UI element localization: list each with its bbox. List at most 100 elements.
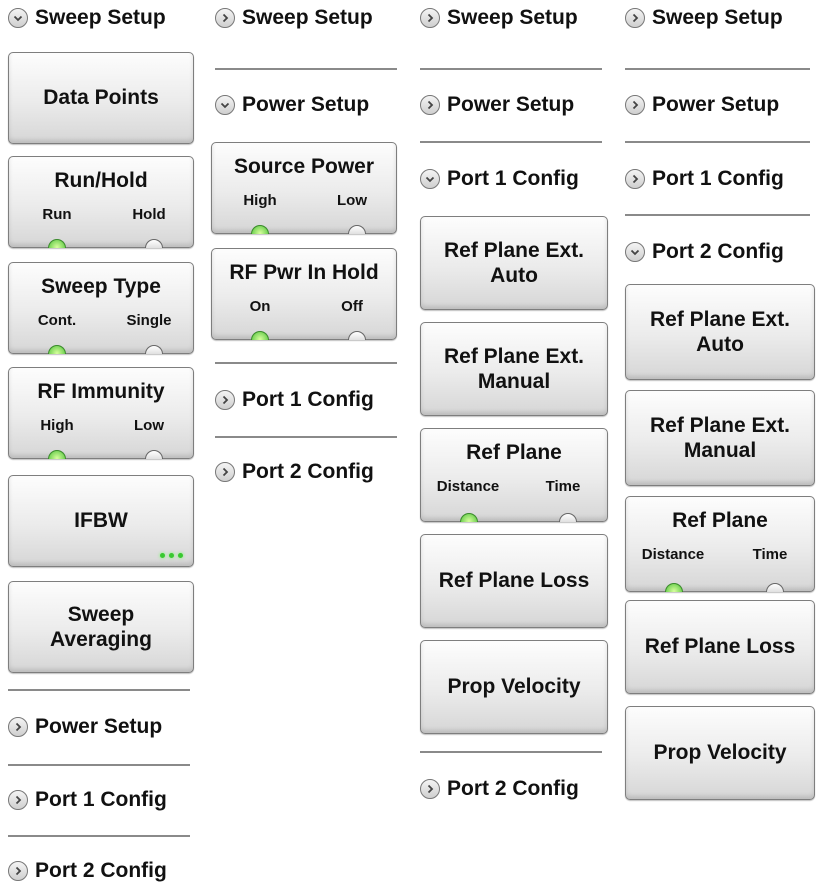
indicator-led-off [348,331,366,340]
section-port-2-config[interactable]: Port 2 Config [420,773,579,805]
chevron-down-icon [625,242,645,262]
section-power-setup[interactable]: Power Setup [625,89,779,121]
ref-plane-toggle[interactable]: Ref Plane Distance Time [420,428,608,522]
chevron-down-icon [8,8,28,28]
section-divider [8,689,190,691]
chevron-right-icon [420,8,440,28]
section-label: Port 1 Config [447,167,579,190]
section-divider [420,141,602,143]
section-label: Power Setup [447,93,575,116]
toggle-option-off: Off [341,298,363,315]
prop-velocity-button[interactable]: Prop Velocity [625,706,815,800]
ifbw-button[interactable]: IFBW [8,475,194,567]
ref-plane-toggle[interactable]: Ref Plane Distance Time [625,496,815,592]
section-label: Port 1 Config [242,388,374,411]
run-hold-toggle[interactable]: Run/Hold Run Hold [8,156,194,248]
section-divider [215,68,397,70]
button-label: Ref Plane Ext. Auto [443,238,585,287]
sweep-type-toggle[interactable]: Sweep Type Cont. Single [8,262,194,354]
toggle-title: Sweep Type [41,275,161,298]
toggle-option-high: High [40,417,74,434]
indicator-led-on [48,345,66,354]
ref-plane-ext-manual-button[interactable]: Ref Plane Ext. Manual [420,322,608,416]
section-label: Power Setup [35,715,163,738]
button-label: Ref Plane Ext. Manual [649,413,791,462]
section-divider [215,436,397,438]
more-options-icon [160,553,183,558]
toggle-option-cont: Cont. [37,312,77,329]
section-sweep-setup[interactable]: Sweep Setup [8,2,166,34]
indicator-led-off [348,225,366,234]
section-divider [420,68,602,70]
chevron-right-icon [420,779,440,799]
toggle-option-on: On [249,298,271,315]
section-label: Power Setup [652,93,780,116]
rf-immunity-toggle[interactable]: RF Immunity High Low [8,367,194,459]
section-label: Port 1 Config [35,788,167,811]
toggle-option-distance: Distance [641,546,705,563]
section-sweep-setup[interactable]: Sweep Setup [420,2,578,34]
chevron-right-icon [8,717,28,737]
toggle-option-distance: Distance [436,478,500,495]
sweep-averaging-button[interactable]: Sweep Averaging [8,581,194,673]
chevron-right-icon [215,8,235,28]
section-port-2-config[interactable]: Port 2 Config [8,855,167,887]
button-label: Data Points [43,86,159,110]
button-label: Ref Plane Loss [644,635,796,659]
section-port-1-config[interactable]: Port 1 Config [625,163,784,195]
section-port-2-config[interactable]: Port 2 Config [625,236,784,268]
section-power-setup[interactable]: Power Setup [8,711,162,743]
section-label: Sweep Setup [242,6,373,29]
section-divider [625,68,810,70]
button-label: Ref Plane Ext. Auto [649,307,791,356]
button-label: Ref Plane Ext. Manual [443,344,585,393]
chevron-right-icon [625,169,645,189]
toggle-option-high: High [243,192,277,209]
section-label: Port 2 Config [652,240,784,263]
section-power-setup[interactable]: Power Setup [420,89,574,121]
chevron-right-icon [215,390,235,410]
button-label: Ref Plane Loss [438,569,590,593]
section-sweep-setup[interactable]: Sweep Setup [215,2,373,34]
section-port-2-config[interactable]: Port 2 Config [215,456,374,488]
chevron-down-icon [215,95,235,115]
prop-velocity-button[interactable]: Prop Velocity [420,640,608,734]
section-sweep-setup[interactable]: Sweep Setup [625,2,783,34]
ref-plane-loss-button[interactable]: Ref Plane Loss [420,534,608,628]
button-label: Prop Velocity [653,741,787,765]
section-port-1-config[interactable]: Port 1 Config [420,163,579,195]
chevron-right-icon [215,462,235,482]
rf-pwr-in-hold-toggle[interactable]: RF Pwr In Hold On Off [211,248,397,340]
toggle-title: RF Pwr In Hold [229,261,379,284]
section-divider [420,751,602,753]
chevron-down-icon [420,169,440,189]
section-label: Port 2 Config [447,777,579,800]
chevron-right-icon [8,861,28,881]
ref-plane-loss-button[interactable]: Ref Plane Loss [625,600,815,694]
section-label: Port 1 Config [652,167,784,190]
chevron-right-icon [625,95,645,115]
section-port-1-config[interactable]: Port 1 Config [215,384,374,416]
button-label: Prop Velocity [447,675,581,699]
section-port-1-config[interactable]: Port 1 Config [8,784,167,816]
section-label: Sweep Setup [652,6,783,29]
indicator-led-on [48,450,66,459]
toggle-title: RF Immunity [37,380,165,403]
toggle-option-single: Single [126,312,172,329]
ref-plane-ext-auto-button[interactable]: Ref Plane Ext. Auto [420,216,608,310]
ref-plane-ext-auto-button[interactable]: Ref Plane Ext. Auto [625,284,815,380]
toggle-option-low: Low [337,192,367,209]
section-divider [215,362,397,364]
indicator-led-off [559,513,577,522]
section-divider [625,214,810,216]
indicator-led-off [145,239,163,248]
data-points-button[interactable]: Data Points [8,52,194,144]
chevron-right-icon [625,8,645,28]
section-label: Sweep Setup [447,6,578,29]
indicator-led-off [145,345,163,354]
section-power-setup[interactable]: Power Setup [215,89,369,121]
toggle-option-time: Time [545,478,581,495]
ref-plane-ext-manual-button[interactable]: Ref Plane Ext. Manual [625,390,815,486]
source-power-toggle[interactable]: Source Power High Low [211,142,397,234]
button-label: IFBW [74,509,128,533]
